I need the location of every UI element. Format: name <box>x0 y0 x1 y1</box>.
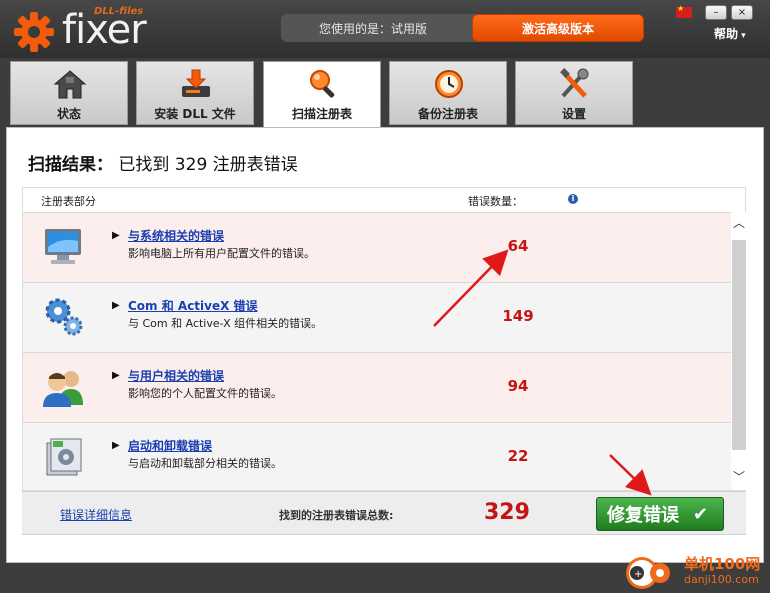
column-header-count: 错误数量： <box>468 195 523 208</box>
app-logo: DLL-files fixer <box>12 4 152 54</box>
language-flag-icon[interactable] <box>676 4 692 18</box>
row-error-count: 149 <box>502 307 534 325</box>
table-row[interactable]: ▶ 与用户相关的错误 影响您的个人配置文件的错误。 94 <box>23 352 731 422</box>
tab-status-label: 状态 <box>56 107 81 121</box>
tab-install-dll[interactable]: 安装 DLL 文件 <box>136 61 254 125</box>
gear-logo-icon <box>14 12 54 52</box>
home-icon <box>53 70 87 99</box>
tab-install-dll-label: 安装 DLL 文件 <box>154 107 236 121</box>
license-status-label: 您使用的是：试用版 <box>319 22 428 36</box>
watermark-logo-icon: + <box>626 557 670 589</box>
tab-settings[interactable]: 设置 <box>515 61 633 125</box>
total-errors-value: 329 <box>484 500 530 525</box>
expand-arrow-icon[interactable]: ▶ <box>112 370 120 381</box>
title-bar: DLL-files fixer 您使用的是：试用版 激活高级版本 – × 帮助 <box>0 0 770 58</box>
users-icon <box>43 371 83 407</box>
tab-status[interactable]: 状态 <box>10 61 128 125</box>
close-button[interactable]: × <box>731 5 753 20</box>
tab-scan-registry-label: 扫描注册表 <box>291 107 352 121</box>
activate-premium-button[interactable]: 激活高级版本 <box>472 14 644 42</box>
logo-brand-text: fixer <box>62 7 147 53</box>
minimize-button[interactable]: – <box>705 5 727 20</box>
table-row[interactable]: ▶ 与系统相关的错误 影响电脑上所有用户配置文件的错误。 64 <box>23 212 731 282</box>
row-description: 与启动和卸载部分相关的错误。 <box>128 457 282 470</box>
watermark: + 单机100网 danji100.com <box>620 553 770 593</box>
table-row[interactable]: ▶ Com 和 ActiveX 错误 与 Com 和 Active-X 组件相关… <box>23 282 731 352</box>
fix-errors-button[interactable]: 修复错误 ✔ <box>596 497 724 531</box>
row-description: 影响电脑上所有用户配置文件的错误。 <box>128 247 315 260</box>
watermark-url: danji100.com <box>684 573 759 586</box>
scroll-up-icon[interactable]: ︿ <box>733 214 745 231</box>
scan-result-label: 扫描结果： <box>28 155 113 175</box>
row-description: 与 Com 和 Active-X 组件相关的错误。 <box>128 317 323 330</box>
row-title-link[interactable]: 启动和卸载错误 <box>128 437 212 454</box>
gears-icon <box>45 298 83 336</box>
tools-icon <box>560 68 589 98</box>
tab-scan-registry[interactable]: 扫描注册表 <box>263 61 381 127</box>
row-error-count: 94 <box>507 377 529 395</box>
error-details-link[interactable]: 错误详细信息 <box>60 506 132 523</box>
row-title-link[interactable]: 与系统相关的错误 <box>128 227 224 244</box>
svg-text:+: + <box>634 569 642 580</box>
scrollbar-thumb[interactable] <box>732 240 746 450</box>
registry-errors-table: 注册表部分 错误数量： i ▶ 与系统相关的错误 影响电脑上所有用户配置文件的错… <box>22 187 747 491</box>
download-icon <box>182 69 210 97</box>
table-header: 注册表部分 错误数量： i <box>23 188 731 212</box>
vertical-scrollbar[interactable]: ︿ ﹀ <box>731 212 747 490</box>
expand-arrow-icon[interactable]: ▶ <box>112 440 120 451</box>
scroll-down-icon[interactable]: ﹀ <box>733 468 745 485</box>
help-menu[interactable]: 帮助 <box>714 25 746 42</box>
row-title-link[interactable]: Com 和 ActiveX 错误 <box>128 297 258 314</box>
monitor-icon <box>45 229 81 264</box>
column-header-section: 注册表部分 <box>41 195 96 208</box>
row-error-count: 64 <box>507 237 529 255</box>
row-title-link[interactable]: 与用户相关的错误 <box>128 367 224 384</box>
clock-icon <box>435 70 463 98</box>
info-icon[interactable]: i <box>568 194 578 204</box>
scan-result-text: 已找到 329 注册表错误 <box>118 155 298 175</box>
row-error-count: 22 <box>507 447 529 465</box>
watermark-title: 单机100网 <box>684 555 761 573</box>
total-errors-label: 找到的注册表错误总数: <box>279 509 394 522</box>
tab-backup-registry[interactable]: 备份注册表 <box>389 61 507 125</box>
row-description: 影响您的个人配置文件的错误。 <box>128 387 282 400</box>
expand-arrow-icon[interactable]: ▶ <box>112 230 120 241</box>
table-row[interactable]: ▶ 启动和卸载错误 与启动和卸载部分相关的错误。 22 <box>23 422 731 490</box>
magnifier-icon <box>310 70 335 98</box>
installer-icon <box>46 438 82 476</box>
checkmark-icon: ✔ <box>693 503 709 525</box>
fix-errors-label: 修复错误 <box>607 505 679 526</box>
tab-settings-label: 设置 <box>561 107 586 121</box>
tab-backup-registry-label: 备份注册表 <box>417 107 478 121</box>
scan-result-heading: 扫描结果： 已找到 329 注册表错误 <box>28 150 298 175</box>
expand-arrow-icon[interactable]: ▶ <box>112 300 120 311</box>
